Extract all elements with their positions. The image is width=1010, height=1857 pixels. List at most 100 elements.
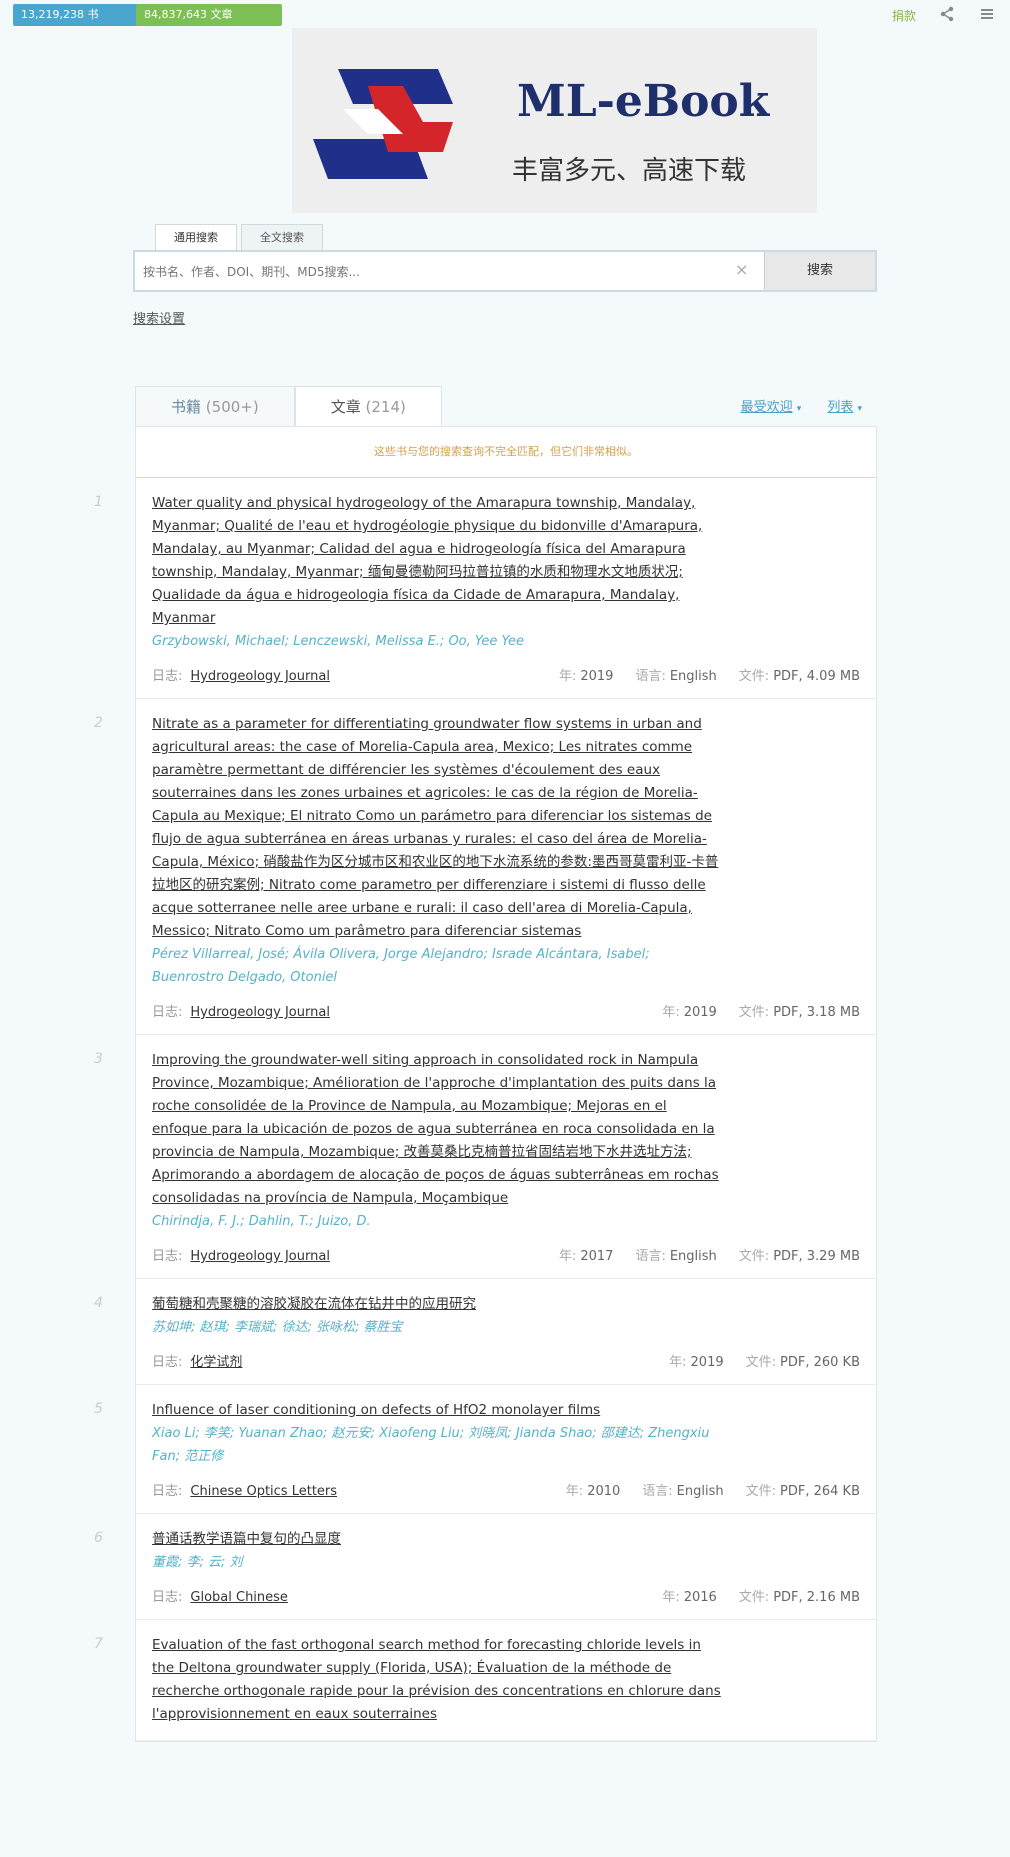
search-input[interactable] <box>141 258 755 286</box>
menu-icon[interactable] <box>978 6 996 24</box>
search-settings-link[interactable]: 搜索设置 <box>133 308 185 327</box>
journal-label: 日志: <box>152 1355 183 1370</box>
result-title-link[interactable]: Nitrate as a parameter for differentiati… <box>152 713 722 943</box>
year-label: 年: <box>565 1484 584 1499</box>
result-title-link[interactable]: 葡萄糖和壳聚糖的溶胶凝胶在流体在钻井中的应用研究 <box>152 1293 722 1316</box>
file-value: PDF, 260 KB <box>780 1355 860 1370</box>
result-meta: 日志: Hydrogeology Journal 年: 2017 语言: English 文… <box>152 1245 860 1264</box>
year-field: 年: 2016 <box>662 1586 716 1605</box>
tab-articles-label: 文章 <box>330 398 361 416</box>
year-field: 年: 2019 <box>669 1351 723 1370</box>
file-field: 文件: PDF, 2.16 MB <box>739 1586 860 1605</box>
result-item: 6 普通话教学语篇中复句的凸显度 董霞; 李; 云; 刘日志: Global Chin… <box>94 1514 876 1620</box>
match-notice: 这些书与您的搜索查询不完全匹配，但它们非常相似。 <box>136 427 876 478</box>
result-meta: 日志: Global Chinese 年: 2016 文件: PDF, 2.16 MB <box>152 1586 860 1605</box>
year-field: 年: 2019 <box>662 1001 716 1020</box>
journal-label: 日志: <box>152 1590 183 1605</box>
result-number: 5 <box>94 1401 103 1417</box>
clear-icon[interactable]: × <box>735 260 748 279</box>
journal-link[interactable]: Hydrogeology Journal <box>190 1249 330 1264</box>
tab-articles[interactable]: 文章 (214) <box>294 386 442 427</box>
journal-link[interactable]: Hydrogeology Journal <box>190 669 330 684</box>
result-number: 7 <box>94 1636 103 1652</box>
tab-articles-count: (214) <box>365 398 406 416</box>
language-label: 语言: <box>635 669 666 684</box>
language-field: 语言: English <box>635 1245 716 1264</box>
sort-controls: 最受欢迎 ▾ 列表 ▾ <box>741 396 862 415</box>
search-button[interactable]: 搜索 <box>764 252 875 290</box>
result-item: 5 Influence of laser conditioning on defe… <box>94 1385 876 1514</box>
result-item: 2 Nitrate as a parameter for differentiat… <box>94 699 876 1035</box>
journal-link[interactable]: Hydrogeology Journal <box>190 1005 330 1020</box>
sort-label: 最受欢迎 <box>740 400 793 415</box>
result-title-link[interactable]: Water quality and physical hydrogeology … <box>152 492 722 630</box>
result-number: 3 <box>94 1051 103 1067</box>
journal-link[interactable]: Global Chinese <box>190 1590 288 1605</box>
language-label: 语言: <box>635 1249 666 1264</box>
result-authors[interactable]: Pérez Villarreal, José; Ávila Olivera, J… <box>152 943 722 989</box>
result-item: 3 Improving the groundwater-well siting a… <box>94 1035 876 1279</box>
result-meta: 日志: Hydrogeology Journal 年: 2019 语言: English 文… <box>152 665 860 684</box>
result-title-link[interactable]: Influence of laser conditioning on defec… <box>152 1399 722 1422</box>
donate-link[interactable]: 捐款 <box>892 7 916 24</box>
result-meta: 日志: Chinese Optics Letters 年: 2010 语言: Englis… <box>152 1480 860 1499</box>
result-item: 7 Evaluation of the fast orthogonal searc… <box>94 1620 876 1741</box>
journal-label: 日志: <box>152 1484 183 1499</box>
result-title-link[interactable]: Evaluation of the fast orthogonal search… <box>152 1634 722 1726</box>
journal-label: 日志: <box>152 1249 183 1264</box>
books-count-badge: 13,219,238 书 <box>13 4 139 26</box>
result-title-link[interactable]: 普通话教学语篇中复句的凸显度 <box>152 1528 722 1551</box>
result-meta: 日志: 化学试剂 年: 2019 文件: PDF, 260 KB <box>152 1351 860 1370</box>
language-label: 语言: <box>642 1484 673 1499</box>
sort-dropdown[interactable]: 最受欢迎 ▾ <box>741 396 802 415</box>
result-meta: 日志: Hydrogeology Journal 年: 2019 文件: PDF, 3.1… <box>152 1001 860 1020</box>
file-label: 文件: <box>738 1249 770 1264</box>
tab-books-label: 书籍 <box>171 398 202 416</box>
year-field: 年: 2010 <box>566 1480 620 1499</box>
language-field: 语言: English <box>642 1480 723 1499</box>
journal-link[interactable]: 化学试剂 <box>190 1355 242 1370</box>
result-item: 4 葡萄糖和壳聚糖的溶胶凝胶在流体在钻井中的应用研究 苏如坤; 赵琪; 李瑞斌; 徐… <box>94 1279 876 1385</box>
language-field: 语言: English <box>635 665 716 684</box>
result-authors[interactable]: 董霞; 李; 云; 刘 <box>152 1551 722 1574</box>
result-number: 2 <box>94 715 103 731</box>
journal-link[interactable]: Chinese Optics Letters <box>190 1484 337 1499</box>
tab-fulltext-search[interactable]: 全文搜索 <box>241 224 323 251</box>
file-field: 文件: PDF, 264 KB <box>746 1480 860 1499</box>
caret-down-icon: ▾ <box>796 404 802 414</box>
language-value: English <box>669 669 717 684</box>
language-value: English <box>676 1484 724 1499</box>
file-field: 文件: PDF, 3.18 MB <box>739 1001 860 1020</box>
file-field: 文件: PDF, 4.09 MB <box>739 665 860 684</box>
result-number: 4 <box>94 1295 103 1311</box>
tab-general-search[interactable]: 通用搜索 <box>155 224 237 251</box>
logo-subtitle: 丰富多元、高速下载 <box>512 156 747 186</box>
journal-label: 日志: <box>152 669 183 684</box>
file-value: PDF, 264 KB <box>780 1484 860 1499</box>
file-label: 文件: <box>738 1590 770 1605</box>
result-authors[interactable]: Chirindja, F. J.; Dahlin, T.; Juizo, D. <box>152 1210 722 1233</box>
result-authors[interactable]: Grzybowski, Michael; Lenczewski, Melissa… <box>152 630 722 653</box>
file-value: PDF, 4.09 MB <box>773 669 860 684</box>
file-value: PDF, 3.18 MB <box>773 1005 860 1020</box>
result-title-link[interactable]: Improving the groundwater-well siting ap… <box>152 1049 722 1210</box>
view-dropdown[interactable]: 列表 ▾ <box>827 396 862 415</box>
year-value: 2016 <box>683 1590 717 1605</box>
year-value: 2010 <box>587 1484 621 1499</box>
result-authors[interactable]: 苏如坤; 赵琪; 李瑞斌; 徐达; 张咏松; 蔡胜宝 <box>152 1316 722 1339</box>
file-label: 文件: <box>738 669 770 684</box>
tab-books[interactable]: 书籍 (500+) <box>135 386 295 427</box>
year-label: 年: <box>662 1005 680 1020</box>
logo-banner: ML-eBook 丰富多元、高速下载 <box>292 28 817 213</box>
year-label: 年: <box>669 1355 687 1370</box>
year-value: 2017 <box>580 1249 614 1264</box>
tab-books-count: (500+) <box>205 398 259 416</box>
file-field: 文件: PDF, 3.29 MB <box>739 1245 860 1264</box>
file-label: 文件: <box>738 1005 770 1020</box>
result-item: 1 Water quality and physical hydrogeology… <box>94 478 876 699</box>
year-field: 年: 2019 <box>559 665 613 684</box>
result-authors[interactable]: Xiao Li; 李笑; Yuanan Zhao; 赵元安; Xiaofeng … <box>152 1422 722 1468</box>
share-icon[interactable] <box>938 6 956 24</box>
year-label: 年: <box>662 1590 680 1605</box>
result-tabs: 书籍 (500+) 文章 (214) <box>135 386 442 427</box>
